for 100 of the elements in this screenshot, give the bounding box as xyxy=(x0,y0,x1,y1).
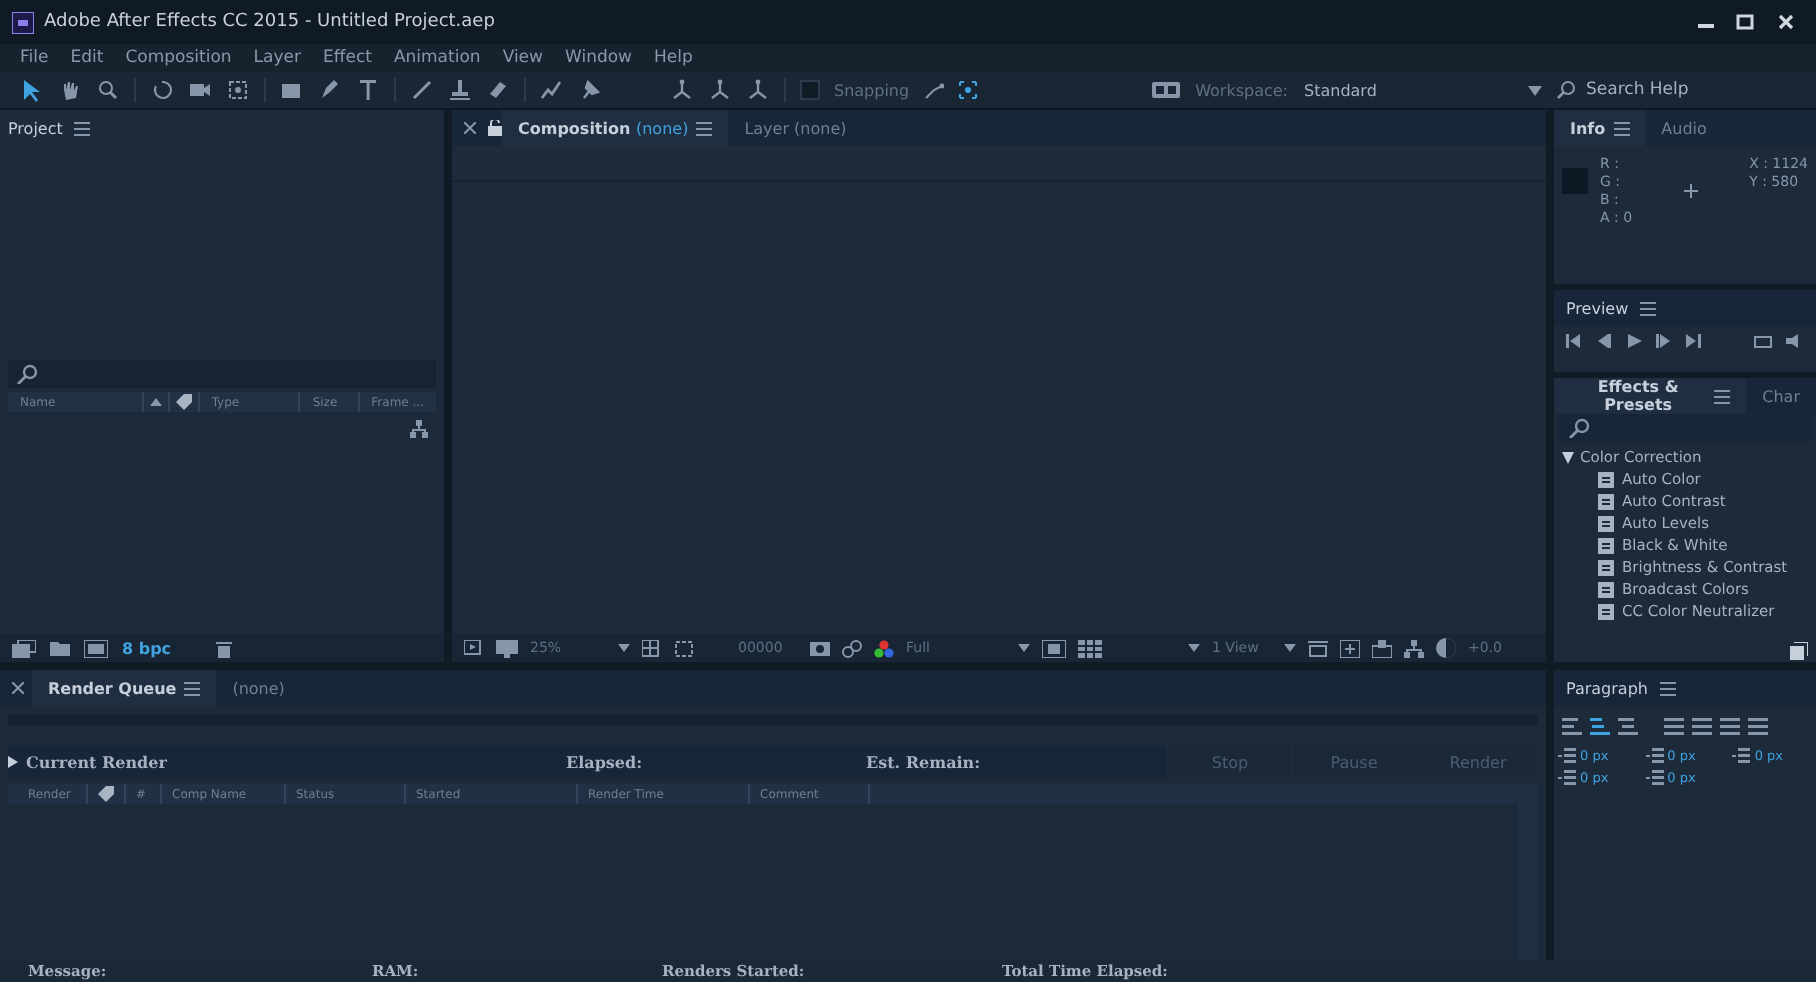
menu-icon[interactable] xyxy=(696,121,713,135)
next-frame-icon[interactable] xyxy=(1656,334,1672,348)
always-preview-icon[interactable] xyxy=(464,639,484,657)
folder-icon[interactable] xyxy=(50,640,70,656)
type-tool-icon[interactable] xyxy=(356,78,380,102)
panel-tab[interactable]: Render Queue xyxy=(32,670,217,706)
eraser-tool-icon[interactable] xyxy=(486,78,510,102)
link-icon[interactable] xyxy=(842,639,862,657)
pin-tool-icon[interactable] xyxy=(578,78,602,102)
flowchart-icon[interactable] xyxy=(1404,639,1424,657)
resolution-grid-icon[interactable] xyxy=(642,639,662,657)
snap-features-icon[interactable] xyxy=(957,80,978,100)
caret-icon[interactable] xyxy=(1188,644,1200,652)
align-icon[interactable] xyxy=(1692,718,1712,736)
workspace-dropdown[interactable]: Standard xyxy=(1304,81,1514,99)
align-icon[interactable] xyxy=(1720,718,1740,736)
stamp-tool-icon[interactable] xyxy=(448,78,472,102)
align-icon[interactable] xyxy=(1590,718,1610,736)
selection-tool-icon[interactable] xyxy=(20,78,44,102)
lock-icon[interactable] xyxy=(488,120,502,136)
align-icon[interactable] xyxy=(1748,718,1768,736)
hand-tool-icon[interactable] xyxy=(58,78,82,102)
previous-frame-icon[interactable] xyxy=(1596,334,1612,348)
pan-behind-tool-icon[interactable] xyxy=(226,78,250,102)
menu-item[interactable]: Window xyxy=(564,48,632,68)
align-icon[interactable] xyxy=(1664,718,1684,736)
label-tag-icon[interactable] xyxy=(98,786,114,802)
panel-tab[interactable]: Composition (none) xyxy=(502,110,729,146)
camera-tool-icon[interactable] xyxy=(188,78,212,102)
caret-icon[interactable] xyxy=(1018,644,1030,652)
menu-item[interactable]: File xyxy=(20,48,49,68)
monitor-icon[interactable] xyxy=(496,639,518,657)
rectangle-tool-icon[interactable] xyxy=(280,78,304,102)
timeline-icon[interactable] xyxy=(1372,639,1392,657)
speaker-icon[interactable] xyxy=(1786,334,1804,348)
snapping-checkbox[interactable] xyxy=(800,80,820,100)
align-icon[interactable] xyxy=(1562,718,1582,736)
collapsed-triangle-icon[interactable] xyxy=(8,756,18,768)
panel-tab[interactable]: Info xyxy=(1554,110,1646,146)
roto-brush-tool-icon[interactable] xyxy=(540,78,564,102)
menu-item[interactable]: Edit xyxy=(70,48,104,68)
align-icon[interactable] xyxy=(1618,718,1638,736)
rotate-tool-icon[interactable] xyxy=(150,78,174,102)
menu-icon[interactable] xyxy=(1714,389,1731,403)
effect-icon xyxy=(1598,603,1614,619)
exposure-icon[interactable] xyxy=(1436,638,1456,658)
menu-icon[interactable] xyxy=(1659,681,1676,695)
composition-icon[interactable] xyxy=(84,639,108,657)
close-icon[interactable] xyxy=(12,682,24,694)
crosshair-icon xyxy=(1684,184,1698,198)
color-channels-icon[interactable] xyxy=(874,639,894,657)
menu-item[interactable]: Help xyxy=(654,48,693,68)
menu-icon[interactable] xyxy=(184,681,201,695)
close-icon[interactable] xyxy=(464,122,476,134)
snap-edges-icon[interactable] xyxy=(923,80,944,100)
mask-icon[interactable] xyxy=(674,639,694,657)
search-field[interactable] xyxy=(8,360,436,388)
panel-tab[interactable]: Effects & Presets xyxy=(1554,378,1747,414)
search-field[interactable] xyxy=(1558,414,1812,442)
zoom-tool-icon[interactable] xyxy=(96,78,120,102)
region-of-interest-icon[interactable] xyxy=(1042,639,1066,657)
caret-icon[interactable] xyxy=(1528,85,1542,95)
bit-depth-button[interactable]: 8 bpc xyxy=(122,639,172,657)
menu-icon[interactable] xyxy=(1640,301,1657,315)
effect-icon xyxy=(1598,537,1614,553)
menu-item[interactable]: Composition xyxy=(125,48,232,68)
caret-icon[interactable] xyxy=(618,644,630,652)
new-bin-icon[interactable] xyxy=(1790,641,1808,659)
menu-item[interactable]: View xyxy=(502,48,543,68)
search-icon[interactable] xyxy=(1556,80,1576,100)
axis-view-icon[interactable] xyxy=(746,78,770,102)
menu-item[interactable]: Animation xyxy=(393,48,481,68)
effect-icon xyxy=(1598,581,1614,597)
search-icon[interactable] xyxy=(16,364,40,384)
interpret-footage-icon[interactable] xyxy=(12,639,36,657)
fast-previews-icon[interactable] xyxy=(1340,639,1360,657)
search-help-field[interactable]: Search Help xyxy=(1586,80,1766,100)
menu-icon[interactable] xyxy=(1613,121,1630,135)
menu-item[interactable]: Effect xyxy=(323,48,372,68)
camera-snapshot-icon[interactable] xyxy=(810,640,830,656)
sort-caret-icon[interactable] xyxy=(149,398,162,406)
keyboard-shortcut-icon[interactable] xyxy=(1151,82,1180,98)
label-tag-icon[interactable] xyxy=(175,394,192,410)
loop-icon[interactable] xyxy=(1754,334,1772,348)
pen-tool-icon[interactable] xyxy=(318,78,342,102)
menu-item[interactable]: Layer xyxy=(253,48,301,68)
search-icon[interactable] xyxy=(1568,418,1592,438)
flowchart-icon[interactable] xyxy=(410,420,428,438)
menu-icon[interactable] xyxy=(74,121,91,135)
axis-world-icon[interactable] xyxy=(708,78,732,102)
first-frame-icon[interactable] xyxy=(1566,334,1582,348)
play-icon[interactable] xyxy=(1626,334,1642,348)
trash-icon[interactable] xyxy=(215,639,232,657)
caret-icon[interactable] xyxy=(1284,644,1296,652)
brush-tool-icon[interactable] xyxy=(410,78,434,102)
last-frame-icon[interactable] xyxy=(1686,334,1702,348)
expanded-triangle-icon[interactable] xyxy=(1562,451,1574,463)
transparency-grid-icon[interactable] xyxy=(1078,639,1102,657)
axis-local-icon[interactable] xyxy=(670,78,694,102)
toggle-pixel-aspect-icon[interactable] xyxy=(1308,639,1328,657)
